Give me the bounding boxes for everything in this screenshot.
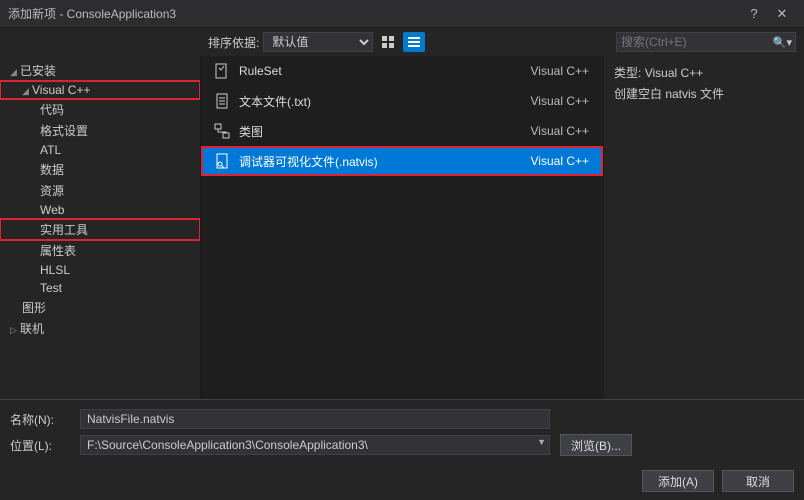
help-button[interactable]: ?: [740, 6, 768, 21]
tree-propsheet[interactable]: 属性表: [0, 240, 200, 261]
natvis-icon: [211, 153, 233, 169]
sidebar: ◢已安装 ◢Visual C++ 代码 格式设置 ATL 数据 资源 Web 实…: [0, 56, 200, 399]
cancel-button[interactable]: 取消: [722, 470, 794, 492]
search-input[interactable]: [616, 32, 796, 52]
template-list: RuleSet Visual C++ 文本文件(.txt) Visual C++…: [200, 56, 604, 399]
toolbar: 排序依据: 默认值 🔍▾: [0, 28, 804, 56]
location-dropdown-icon[interactable]: ▼: [537, 437, 546, 447]
detail-panel: 类型: Visual C++ 创建空白 natvis 文件: [604, 56, 804, 399]
sort-select[interactable]: 默认值: [263, 32, 373, 52]
ruleset-icon: [211, 63, 233, 79]
footer: 添加(A) 取消: [0, 464, 804, 500]
tree-installed[interactable]: ◢已安装: [0, 60, 200, 81]
tree-resource[interactable]: 资源: [0, 180, 200, 201]
template-textfile[interactable]: 文本文件(.txt) Visual C++: [201, 86, 603, 116]
classdiagram-icon: [211, 123, 233, 139]
detail-type: 类型: Visual C++: [614, 64, 794, 81]
add-button[interactable]: 添加(A): [642, 470, 714, 492]
tree-test[interactable]: Test: [0, 279, 200, 297]
title-bar: 添加新项 - ConsoleApplication3 ? ✕: [0, 0, 804, 28]
search-box: 🔍▾: [616, 32, 796, 52]
tree-format[interactable]: 格式设置: [0, 120, 200, 141]
bottom-form: 名称(N): 位置(L): ▼ 浏览(B)...: [0, 399, 804, 464]
tree-graphics[interactable]: 图形: [0, 297, 200, 318]
tree-online[interactable]: ▷联机: [0, 318, 200, 339]
tree-hlsl[interactable]: HLSL: [0, 261, 200, 279]
tree-atl[interactable]: ATL: [0, 141, 200, 159]
search-icon[interactable]: 🔍▾: [773, 36, 792, 49]
tree-visual-cpp[interactable]: ◢Visual C++: [0, 81, 200, 99]
tree-web[interactable]: Web: [0, 201, 200, 219]
grid-view-button[interactable]: [377, 32, 399, 52]
browse-button[interactable]: 浏览(B)...: [560, 434, 632, 456]
location-input[interactable]: [80, 435, 550, 455]
name-label: 名称(N):: [10, 411, 70, 428]
sort-label: 排序依据:: [208, 34, 259, 51]
tree-code[interactable]: 代码: [0, 99, 200, 120]
detail-desc: 创建空白 natvis 文件: [614, 85, 794, 102]
window-title: 添加新项 - ConsoleApplication3: [8, 5, 740, 22]
list-view-button[interactable]: [403, 32, 425, 52]
template-natvis[interactable]: 调试器可视化文件(.natvis) Visual C++: [201, 146, 603, 176]
textfile-icon: [211, 93, 233, 109]
name-input[interactable]: [80, 409, 550, 429]
tree-data[interactable]: 数据: [0, 159, 200, 180]
main-area: ◢已安装 ◢Visual C++ 代码 格式设置 ATL 数据 资源 Web 实…: [0, 56, 804, 399]
tree-utility[interactable]: 实用工具: [0, 219, 200, 240]
close-button[interactable]: ✕: [768, 6, 796, 22]
template-classdiagram[interactable]: 类图 Visual C++: [201, 116, 603, 146]
template-ruleset[interactable]: RuleSet Visual C++: [201, 56, 603, 86]
location-label: 位置(L):: [10, 437, 70, 454]
